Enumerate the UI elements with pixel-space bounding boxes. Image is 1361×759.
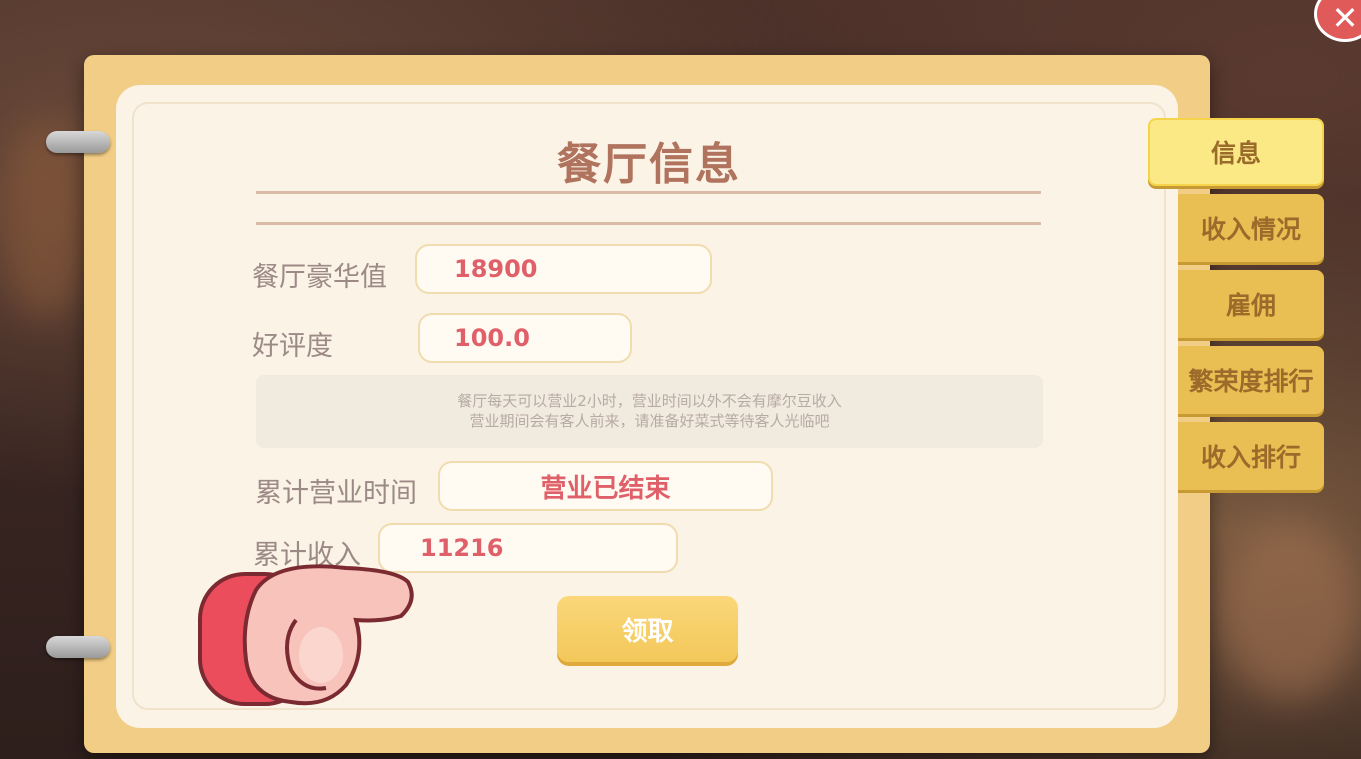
luxury-label: 餐厅豪华值: [252, 262, 387, 293]
total-income-value: 11216: [420, 534, 504, 562]
notice-line-1: 餐厅每天可以营业2小时，营业时间以外不会有摩尔豆收入: [457, 392, 842, 410]
rating-label: 好评度: [252, 331, 333, 362]
total-income-field: 11216: [378, 523, 678, 573]
background-blur: [1220, 520, 1360, 700]
title-divider: [256, 191, 1041, 194]
title-divider: [256, 222, 1041, 225]
business-time-label: 累计营业时间: [255, 478, 417, 509]
pointing-hand-icon: [198, 564, 414, 706]
binder-ring: [46, 636, 110, 658]
business-notice: 餐厅每天可以营业2小时，营业时间以外不会有摩尔豆收入 营业期间会有客人前来，请准…: [256, 375, 1043, 448]
rating-value: 100.0: [454, 324, 530, 352]
page-title: 餐厅信息: [557, 139, 741, 190]
tab-prosperity-rank[interactable]: 繁荣度排行: [1178, 346, 1324, 414]
close-button[interactable]: ✕: [1314, 0, 1361, 42]
business-time-field: 营业已结束: [438, 461, 773, 511]
tab-income-rank[interactable]: 收入排行: [1178, 422, 1324, 490]
business-time-value: 营业已结束: [540, 473, 671, 504]
notice-line-2: 营业期间会有客人前来，请准备好菜式等待客人光临吧: [469, 412, 830, 430]
claim-button[interactable]: 领取: [557, 596, 738, 662]
luxury-value-field: 18900: [415, 244, 712, 294]
rating-value-field: 100.0: [418, 313, 632, 363]
close-icon: ✕: [1331, 0, 1359, 37]
tab-info[interactable]: 信息: [1148, 118, 1324, 186]
tab-income[interactable]: 收入情况: [1178, 194, 1324, 262]
tab-hire[interactable]: 雇佣: [1178, 270, 1324, 338]
luxury-value: 18900: [454, 255, 538, 283]
